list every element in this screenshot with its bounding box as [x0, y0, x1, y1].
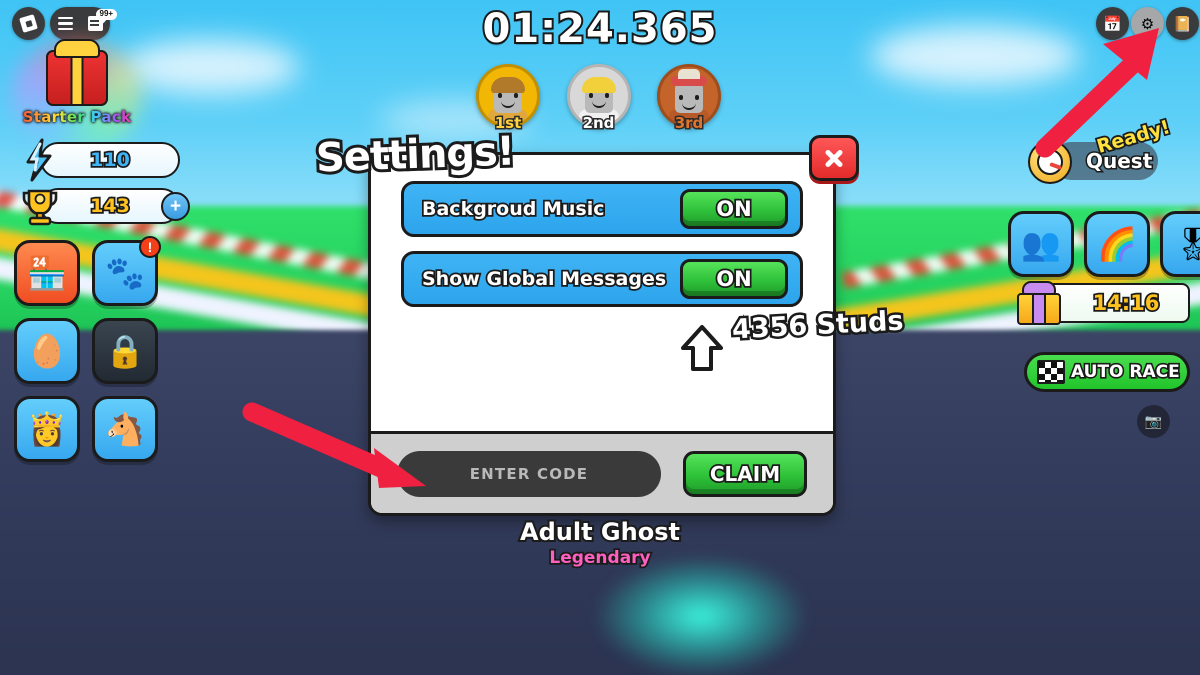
race-timer: 01:24.365	[480, 4, 718, 54]
up-arrow-annotation-icon	[681, 325, 723, 371]
auto-race-button[interactable]: AUTO RACE	[1024, 352, 1190, 392]
pet-rarity-label: Legendary	[548, 546, 653, 570]
claim-label: CLAIM	[708, 460, 782, 488]
paw-icon: 🐾	[105, 255, 145, 291]
right-icon-row: 👥 🌈 🎖	[1008, 211, 1200, 277]
setting-label: Show Global Messages	[420, 266, 668, 292]
lightning-bolt-icon	[26, 138, 52, 182]
pet-name-label: Adult Ghost	[518, 516, 682, 548]
starter-pack-label: Starter Pack	[18, 108, 136, 126]
page-title: Settings!	[312, 126, 518, 185]
red-arrow-pointing-gear-icon	[1035, 28, 1159, 158]
checkered-flag-icon	[1037, 360, 1065, 384]
medal-icon: 🎖	[1172, 226, 1200, 262]
toggle-state: ON	[715, 265, 754, 293]
eggs-button[interactable]: 🥚	[14, 318, 80, 384]
background-music-toggle[interactable]: ON	[680, 189, 788, 229]
camera-icon: 📷	[1144, 413, 1163, 429]
lock-icon: 🔒	[105, 333, 145, 369]
claim-button[interactable]: CLAIM	[683, 450, 807, 497]
pets-button[interactable]: 🐾 !	[92, 236, 161, 306]
red-arrow-pointing-enter-code-icon	[242, 402, 426, 488]
gift-box-icon	[1014, 281, 1064, 325]
leaderboard-slot[interactable]: 1st	[476, 64, 540, 134]
pet-aura-glow	[596, 556, 806, 675]
global-messages-toggle[interactable]: ON	[680, 259, 788, 299]
energy-value: 110	[88, 147, 131, 173]
gift-timer-widget[interactable]: 14:16	[1014, 281, 1190, 325]
locked-button[interactable]: 🔒	[92, 318, 158, 384]
leaderboard-slot[interactable]: 3rd	[657, 64, 721, 134]
gift-timer-value: 14:16	[1091, 289, 1161, 317]
princess-icon: 👸	[27, 411, 67, 447]
gift-box-icon	[46, 39, 108, 106]
toggle-state: ON	[715, 195, 754, 223]
setting-row-background-music[interactable]: Backgroud Music ON	[401, 181, 803, 237]
egg-icon: 🥚	[27, 333, 67, 369]
starter-pack-button[interactable]: Starter Pack	[12, 39, 142, 152]
trophy-value: 143	[88, 193, 131, 219]
horse-button[interactable]: 🐴	[92, 396, 158, 462]
princess-button[interactable]: 👸	[14, 396, 80, 462]
add-trophies-button[interactable]: +	[161, 192, 190, 221]
close-x-icon	[823, 147, 845, 169]
left-icon-grid: 🏪 🐾 ! 🥚 🔒 👸 🐴	[14, 236, 161, 462]
leaderboard-rank: 3rd	[673, 113, 705, 134]
friends-button[interactable]: 👥	[1008, 211, 1074, 277]
pets-alert-badge: !	[139, 236, 161, 258]
rewards-badge-button[interactable]: 🎖	[1160, 211, 1200, 277]
race-leaderboard: 1st 2nd 3rd	[476, 64, 721, 134]
setting-row-global-messages[interactable]: Show Global Messages ON	[401, 251, 803, 307]
leaderboard-rank: 2nd	[581, 113, 616, 134]
leaderboard-slot[interactable]: 2nd	[566, 64, 631, 134]
settings-body: Backgroud Music ON Show Global Messages …	[371, 155, 833, 449]
close-button[interactable]	[809, 135, 859, 181]
auto-race-label: AUTO RACE	[1069, 360, 1181, 383]
color-wheel-icon: 🌈	[1097, 226, 1137, 262]
spin-wheel-button[interactable]: 🌈	[1084, 211, 1150, 277]
trophy-icon	[22, 189, 58, 226]
shop-icon: 🏪	[27, 255, 67, 291]
settings-footer: ENTER CODE CLAIM	[371, 431, 833, 513]
setting-label: Backgroud Music	[420, 196, 606, 222]
shop-button[interactable]: 🏪	[14, 240, 80, 306]
screenshot-button[interactable]: 📷	[1137, 405, 1170, 438]
friends-icon: 👥	[1021, 226, 1061, 262]
horse-icon: 🐴	[105, 411, 145, 447]
